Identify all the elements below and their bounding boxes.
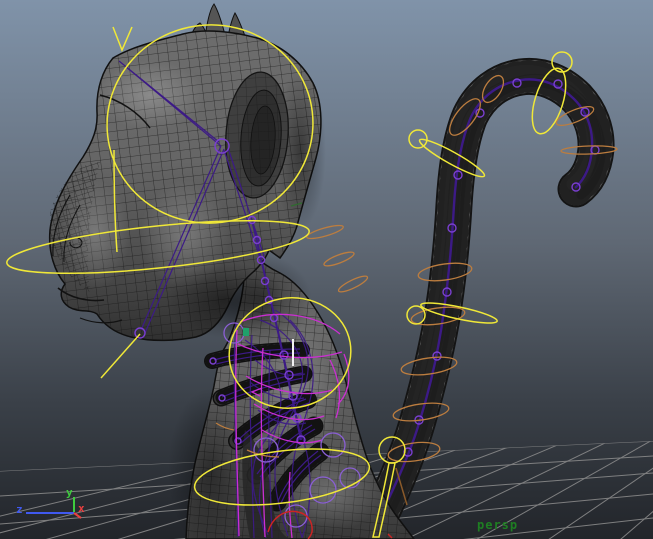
3d-viewport[interactable]: persp y z x (0, 0, 653, 539)
z-axis-label: z (16, 503, 23, 516)
x-axis-label: x (78, 502, 85, 515)
camera-name-label: persp (477, 518, 518, 532)
viewport-canvas[interactable]: persp y z x (0, 0, 653, 539)
selection-marker-teal (243, 328, 249, 336)
y-axis-label: y (66, 486, 73, 499)
